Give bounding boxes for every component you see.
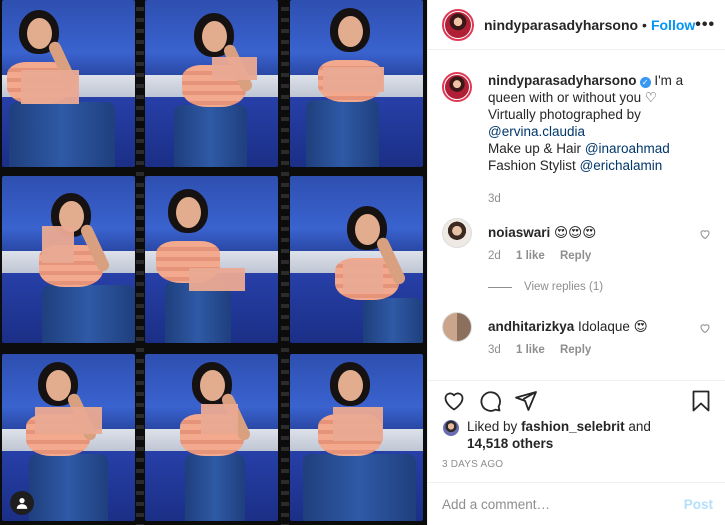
- commenter-username[interactable]: andhitarizkya: [488, 319, 574, 334]
- photo-frame: [145, 354, 278, 521]
- censor-blur: [323, 66, 385, 92]
- comment-likes[interactable]: 1 like: [516, 250, 545, 262]
- film-sprocket-left: [136, 0, 144, 525]
- caption: nindyparasadyharsono ✓ I'm a queen with o…: [442, 72, 711, 205]
- reply-button[interactable]: Reply: [560, 250, 591, 262]
- post-media[interactable]: [0, 0, 427, 525]
- share-icon[interactable]: [514, 389, 538, 413]
- commenter-avatar[interactable]: [442, 312, 472, 342]
- heart-icon[interactable]: [442, 389, 466, 413]
- comment-text: andhitarizkya Idolaque 😍: [488, 318, 689, 335]
- censor-blur: [343, 259, 384, 293]
- photo-frame: [290, 176, 423, 343]
- photo-frame: [145, 176, 278, 343]
- photo-frame: [2, 176, 135, 343]
- censor-blur: [211, 56, 257, 81]
- user-tag-icon: [16, 498, 28, 509]
- mention-stylist[interactable]: @erichalamin: [580, 158, 663, 173]
- censor-blur: [200, 404, 239, 435]
- censor-blur: [35, 407, 102, 435]
- photo-frame: [290, 0, 423, 167]
- censor-blur: [188, 267, 245, 292]
- comments-list[interactable]: nindyparasadyharsono ✓ I'm a queen with o…: [428, 64, 725, 380]
- liker-username[interactable]: fashion_selebrit: [521, 419, 625, 434]
- bookmark-icon[interactable]: [689, 389, 713, 413]
- photo-frame: [145, 0, 278, 167]
- photo-frame: [2, 0, 135, 167]
- caption-time: 3d: [488, 193, 501, 205]
- comment-likes[interactable]: 1 like: [516, 344, 545, 356]
- caption-line-2: Virtually photographed by: [488, 107, 641, 122]
- caption-line-4: Fashion Stylist: [488, 158, 576, 173]
- mention-photographer[interactable]: @ervina.claudia: [488, 124, 585, 139]
- comment-time: 3d: [488, 344, 501, 356]
- view-replies-line: [488, 286, 512, 288]
- comment-item: andhitarizkya Idolaque 😍 3d 1 like Reply: [442, 312, 711, 372]
- censor-blur: [41, 226, 74, 263]
- liker-avatar[interactable]: [442, 419, 460, 437]
- commenter-username[interactable]: noiaswari: [488, 225, 550, 240]
- add-comment-bar: Post: [428, 482, 725, 525]
- author-avatar[interactable]: [442, 8, 474, 41]
- likes-prefix: Liked by: [467, 419, 518, 434]
- caption-avatar[interactable]: [442, 72, 472, 102]
- author-username[interactable]: nindyparasadyharsono: [484, 17, 638, 33]
- comment-meta: 3d 1 like Reply: [488, 344, 603, 356]
- post-panel: nindyparasadyharsono • Follow ••• nindyp…: [427, 0, 725, 525]
- photo-frame: [290, 354, 423, 521]
- action-bar: [428, 380, 725, 420]
- comment-content: 😍😍😍: [554, 225, 597, 240]
- comment-like-heart-icon[interactable]: [699, 228, 711, 240]
- comment-time: 2d: [488, 250, 501, 262]
- caption-line-3: Make up & Hair: [488, 141, 582, 156]
- comment-meta: 2d 1 like Reply: [488, 250, 603, 262]
- film-sprocket-right: [281, 0, 289, 525]
- comment-text: noiaswari 😍😍😍: [488, 224, 689, 241]
- likes-others[interactable]: 14,518 others: [467, 436, 553, 451]
- comment-like-heart-icon[interactable]: [699, 322, 711, 334]
- reply-button[interactable]: Reply: [560, 344, 591, 356]
- commenter-avatar[interactable]: [442, 218, 472, 248]
- follow-button[interactable]: Follow: [651, 17, 695, 33]
- post-header: nindyparasadyharsono • Follow •••: [428, 0, 725, 50]
- caption-text: nindyparasadyharsono ✓ I'm a queen with o…: [488, 72, 711, 174]
- censor-blur: [332, 407, 384, 441]
- verified-icon: ✓: [639, 77, 651, 88]
- post-timestamp[interactable]: 3 DAYS AGO: [442, 459, 503, 470]
- header-separator: •: [642, 16, 647, 33]
- more-icon[interactable]: •••: [695, 16, 715, 34]
- view-replies-label: View replies (1): [524, 281, 604, 293]
- caption-username[interactable]: nindyparasadyharsono: [488, 73, 637, 88]
- mention-mua[interactable]: @inaroahmad: [585, 141, 670, 156]
- comment-item: noiaswari 😍😍😍 2d 1 like Reply: [442, 218, 711, 278]
- censor-blur: [20, 70, 80, 104]
- post-button[interactable]: Post: [684, 497, 713, 512]
- caption-meta: 3d: [488, 193, 513, 205]
- user-tag-button[interactable]: [10, 491, 34, 515]
- likes-and: and: [628, 419, 651, 434]
- comment-icon[interactable]: [478, 389, 502, 413]
- view-replies-button[interactable]: View replies (1): [488, 281, 603, 293]
- comment-input[interactable]: [442, 496, 684, 512]
- comment-content: Idolaque 😍: [578, 319, 648, 334]
